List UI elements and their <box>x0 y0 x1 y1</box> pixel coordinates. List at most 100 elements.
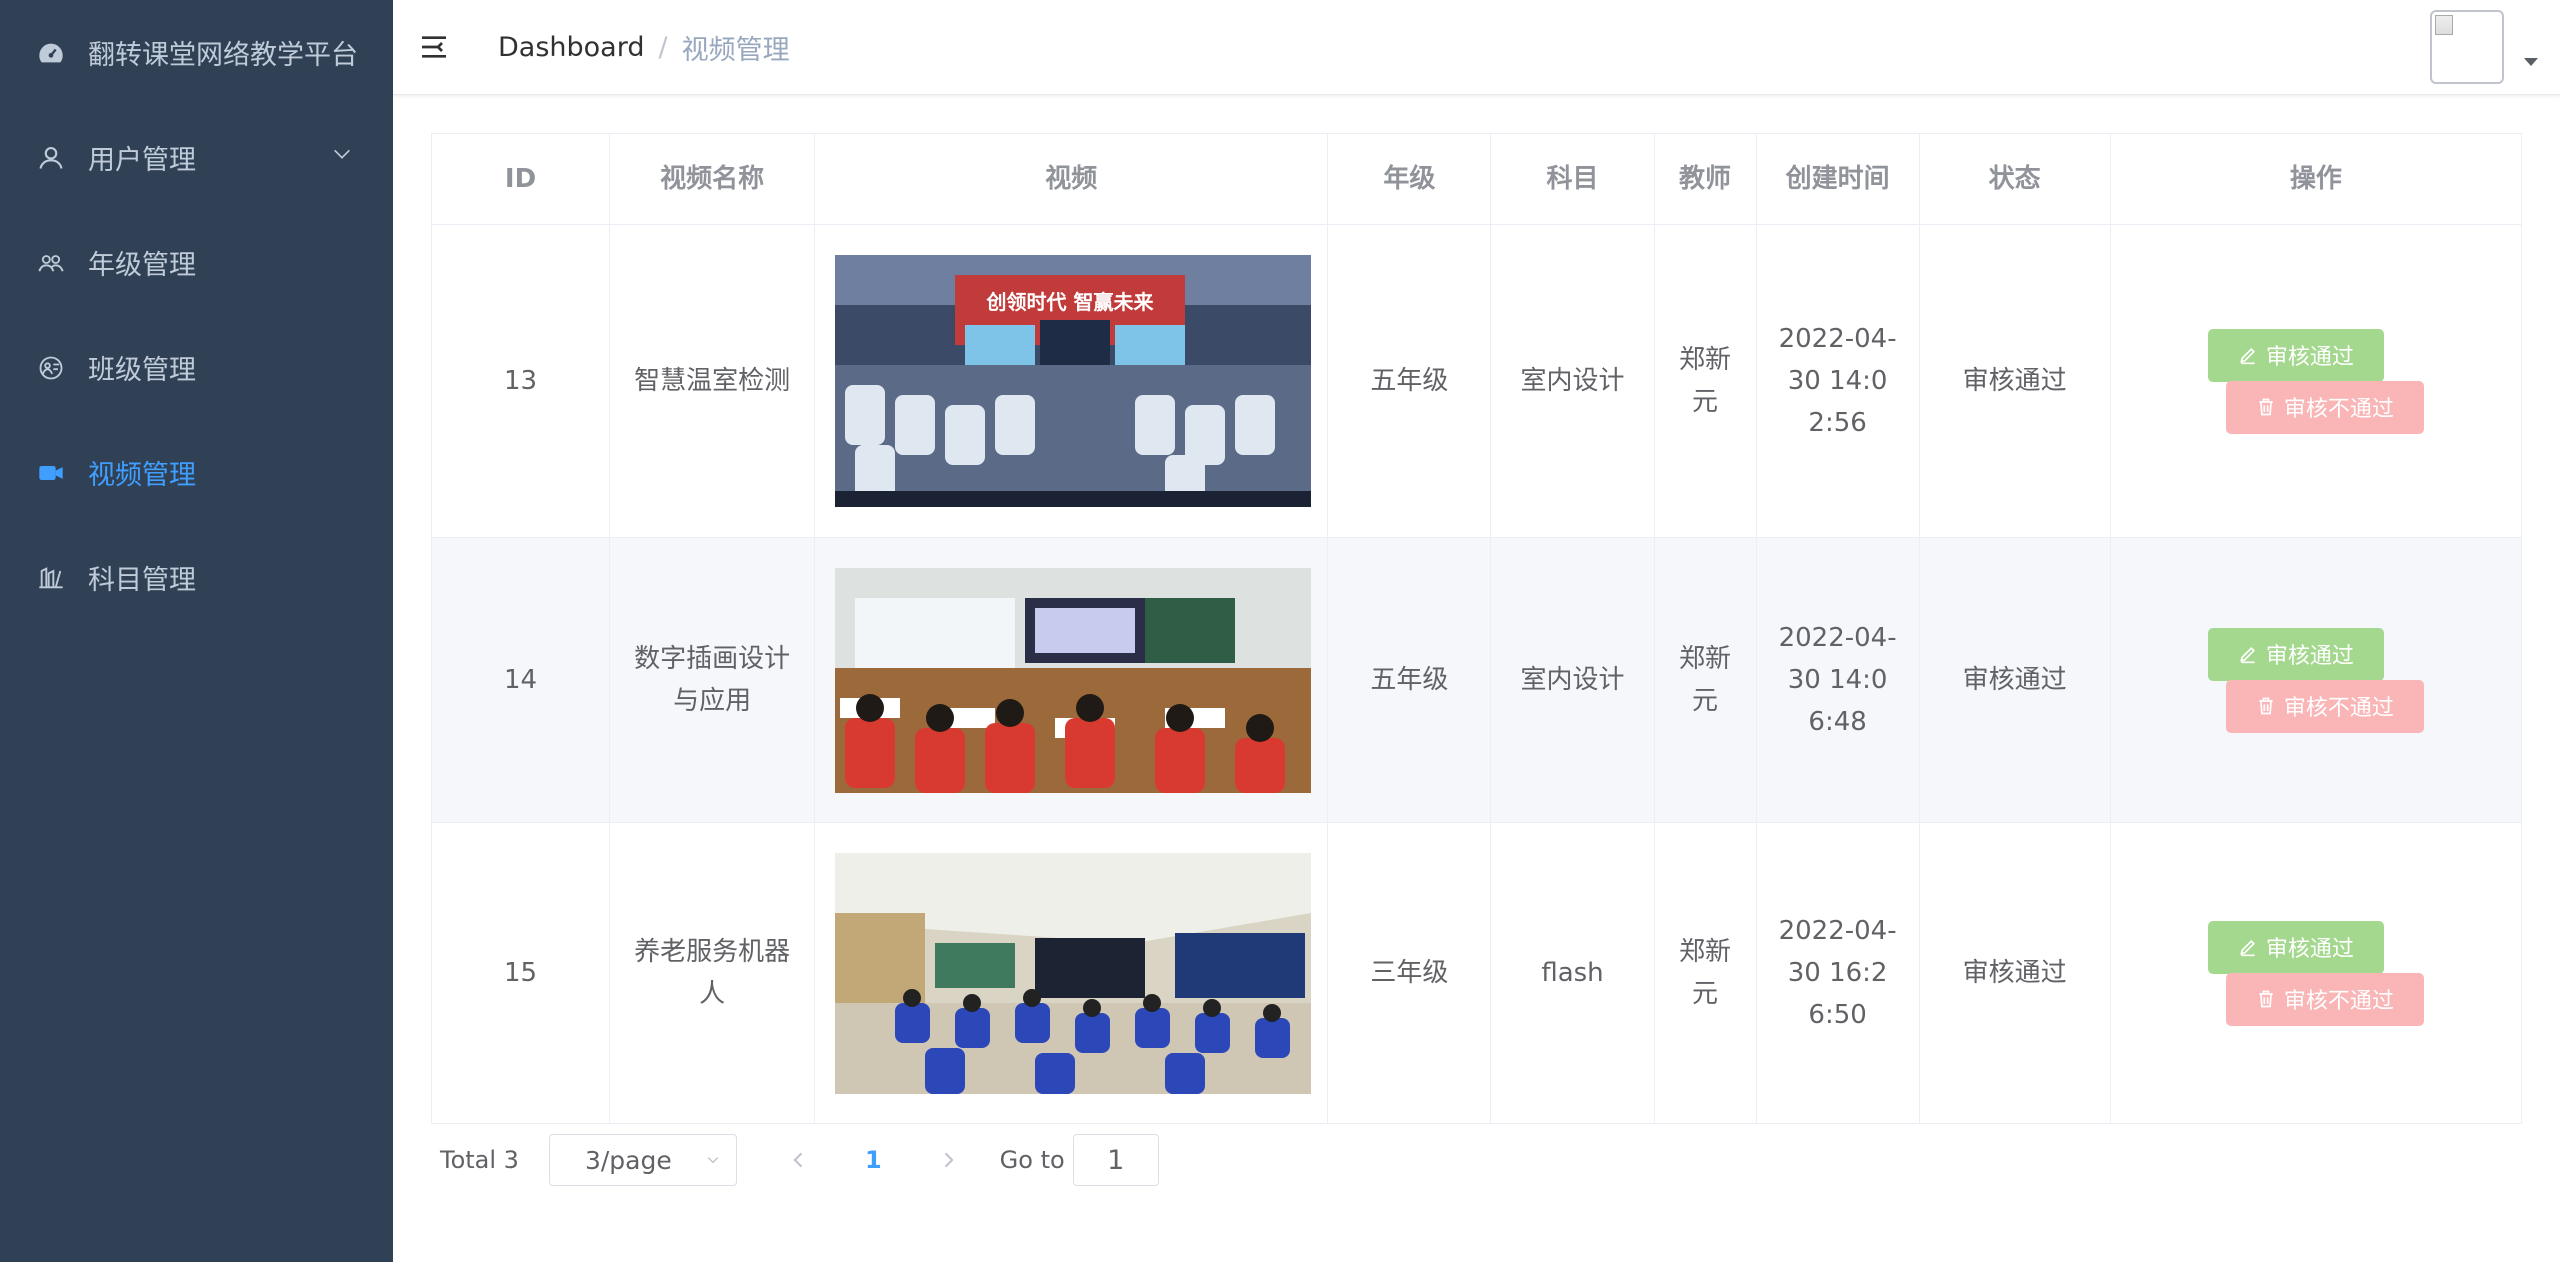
cell-video: 创领时代 智赢未来 <box>814 224 1329 538</box>
cell-action: 审核通过 审核不通过 <box>2109 537 2523 823</box>
cell-name: 智慧温室检测 <box>609 224 816 538</box>
subject-icon <box>36 563 66 593</box>
sidebar-item-label: 班级管理 <box>88 355 196 386</box>
trash-icon <box>2259 697 2273 715</box>
video-thumbnail[interactable] <box>835 852 1312 1094</box>
chevron-down-icon <box>334 149 350 159</box>
page-number-current[interactable]: 1 <box>865 1146 882 1174</box>
approve-label: 审核通过 <box>2265 344 2354 369</box>
cell-id: 15 <box>430 822 611 1124</box>
col-header-grade: 年级 <box>1327 133 1492 225</box>
caret-down-icon[interactable] <box>2524 58 2538 66</box>
prev-page-button[interactable] <box>779 1150 819 1170</box>
table-row: 15 养老服务机器人 三年级 flash 郑新元 2022-04-30 16:2… <box>430 822 2523 1124</box>
cell-status: 审核通过 <box>1918 822 2111 1124</box>
page-size-value: 3/page <box>584 1145 672 1175</box>
sidebar-item-grade[interactable]: 年级管理 <box>0 210 393 315</box>
col-header-name: 视频名称 <box>609 133 816 225</box>
video-banner-text: 创领时代 智赢未来 <box>986 290 1155 314</box>
page-size-select[interactable]: 3/page <box>548 1134 737 1186</box>
cell-created: 2022-04-30 14:02:56 <box>1755 224 1920 538</box>
breadcrumb-separator: / <box>658 31 668 63</box>
main-area: Dashboard / 视频管理 ID 视频名称 视频 年级 科目 教师 创建时… <box>393 0 2560 1262</box>
dashboard-icon <box>36 38 66 68</box>
cell-teacher: 郑新元 <box>1653 822 1757 1124</box>
col-header-id: ID <box>430 133 611 225</box>
cell-subject: flash <box>1490 822 1655 1124</box>
app-layout: 翻转课堂网络教学平台 用户管理 年级管理 班级管理 视频管理 科目管理 Dash… <box>0 0 2560 1262</box>
users-icon <box>36 248 66 278</box>
chevron-down-icon <box>707 1157 719 1164</box>
sidebar: 翻转课堂网络教学平台 用户管理 年级管理 班级管理 视频管理 科目管理 <box>0 0 393 1262</box>
table-row: 14 数字插画设计与应用 五年级 室内设计 郑新元 2022-04-30 14:… <box>430 537 2523 823</box>
user-icon <box>36 143 66 173</box>
approve-button[interactable]: 审核通过 <box>2207 920 2384 974</box>
sidebar-logo[interactable]: 翻转课堂网络教学平台 <box>0 0 393 105</box>
reject-button[interactable]: 审核不通过 <box>2225 972 2424 1026</box>
pagination: Total 3 3/page 1 Go to <box>431 1130 2522 1190</box>
sidebar-item-video[interactable]: 视频管理 <box>0 420 393 525</box>
cell-created: 2022-04-30 14:06:48 <box>1755 537 1920 823</box>
goto-page-input[interactable] <box>1072 1134 1159 1186</box>
reject-button[interactable]: 审核不通过 <box>2225 679 2424 733</box>
cell-id: 14 <box>430 537 611 823</box>
approve-button[interactable]: 审核通过 <box>2207 328 2384 382</box>
cell-grade: 五年级 <box>1327 224 1492 538</box>
sidebar-item-label: 用户管理 <box>88 145 196 176</box>
pagination-total: Total 3 <box>440 1146 519 1174</box>
cell-name: 数字插画设计与应用 <box>609 537 816 823</box>
table-header-row: ID 视频名称 视频 年级 科目 教师 创建时间 状态 操作 <box>430 133 2523 225</box>
reject-label: 审核不通过 <box>2283 695 2394 720</box>
video-thumbnail[interactable]: 创领时代 智赢未来 <box>835 255 1312 507</box>
hamburger-icon[interactable] <box>417 30 451 64</box>
video-table: ID 视频名称 视频 年级 科目 教师 创建时间 状态 操作 13 智慧温室检测… <box>430 133 2523 1124</box>
col-header-subject: 科目 <box>1490 133 1655 225</box>
col-header-teacher: 教师 <box>1653 133 1757 225</box>
table-row: 13 智慧温室检测 创领时代 智赢未来 五年级 室内设计 郑新元 2022-04… <box>430 224 2523 538</box>
approve-button[interactable]: 审核通过 <box>2207 627 2384 681</box>
goto-label: Go to <box>999 1146 1065 1174</box>
col-header-action: 操作 <box>2109 133 2523 225</box>
sidebar-item-label: 年级管理 <box>88 250 196 281</box>
sidebar-item-user[interactable]: 用户管理 <box>0 105 393 210</box>
cell-subject: 室内设计 <box>1490 537 1655 823</box>
video-camera-icon <box>36 458 66 488</box>
navbar: Dashboard / 视频管理 <box>393 0 2560 95</box>
edit-icon <box>2240 347 2255 365</box>
approve-label: 审核通过 <box>2265 643 2354 668</box>
approve-label: 审核通过 <box>2265 936 2354 961</box>
sidebar-item-label: 视频管理 <box>88 460 196 491</box>
cell-teacher: 郑新元 <box>1653 537 1757 823</box>
breadcrumb: Dashboard / 视频管理 <box>498 28 790 67</box>
breadcrumb-home[interactable]: Dashboard <box>498 32 644 63</box>
trash-icon <box>2259 990 2273 1008</box>
cell-status: 审核通过 <box>1918 224 2111 538</box>
edit-icon <box>2240 646 2255 664</box>
cell-subject: 室内设计 <box>1490 224 1655 538</box>
trash-icon <box>2259 398 2273 416</box>
video-thumbnail[interactable] <box>835 567 1312 793</box>
cell-teacher: 郑新元 <box>1653 224 1757 538</box>
chevron-left-icon <box>793 1152 803 1168</box>
cell-status: 审核通过 <box>1918 537 2111 823</box>
cell-grade: 三年级 <box>1327 822 1492 1124</box>
sidebar-item-class[interactable]: 班级管理 <box>0 315 393 420</box>
avatar[interactable] <box>2430 10 2504 84</box>
cell-action: 审核通过 审核不通过 <box>2109 822 2523 1124</box>
next-page-button[interactable] <box>928 1150 968 1170</box>
cell-created: 2022-04-30 16:26:50 <box>1755 822 1920 1124</box>
col-header-created: 创建时间 <box>1755 133 1920 225</box>
sidebar-item-subject[interactable]: 科目管理 <box>0 525 393 630</box>
cell-name: 养老服务机器人 <box>609 822 816 1124</box>
cell-video <box>814 537 1329 823</box>
edit-icon <box>2240 939 2255 957</box>
reject-button[interactable]: 审核不通过 <box>2225 380 2424 434</box>
reject-label: 审核不通过 <box>2283 988 2394 1013</box>
class-icon <box>36 353 66 383</box>
col-header-video: 视频 <box>814 133 1329 225</box>
cell-id: 13 <box>430 224 611 538</box>
reject-label: 审核不通过 <box>2283 396 2394 421</box>
sidebar-title: 翻转课堂网络教学平台 <box>88 40 358 71</box>
cell-grade: 五年级 <box>1327 537 1492 823</box>
cell-action: 审核通过 审核不通过 <box>2109 224 2523 538</box>
